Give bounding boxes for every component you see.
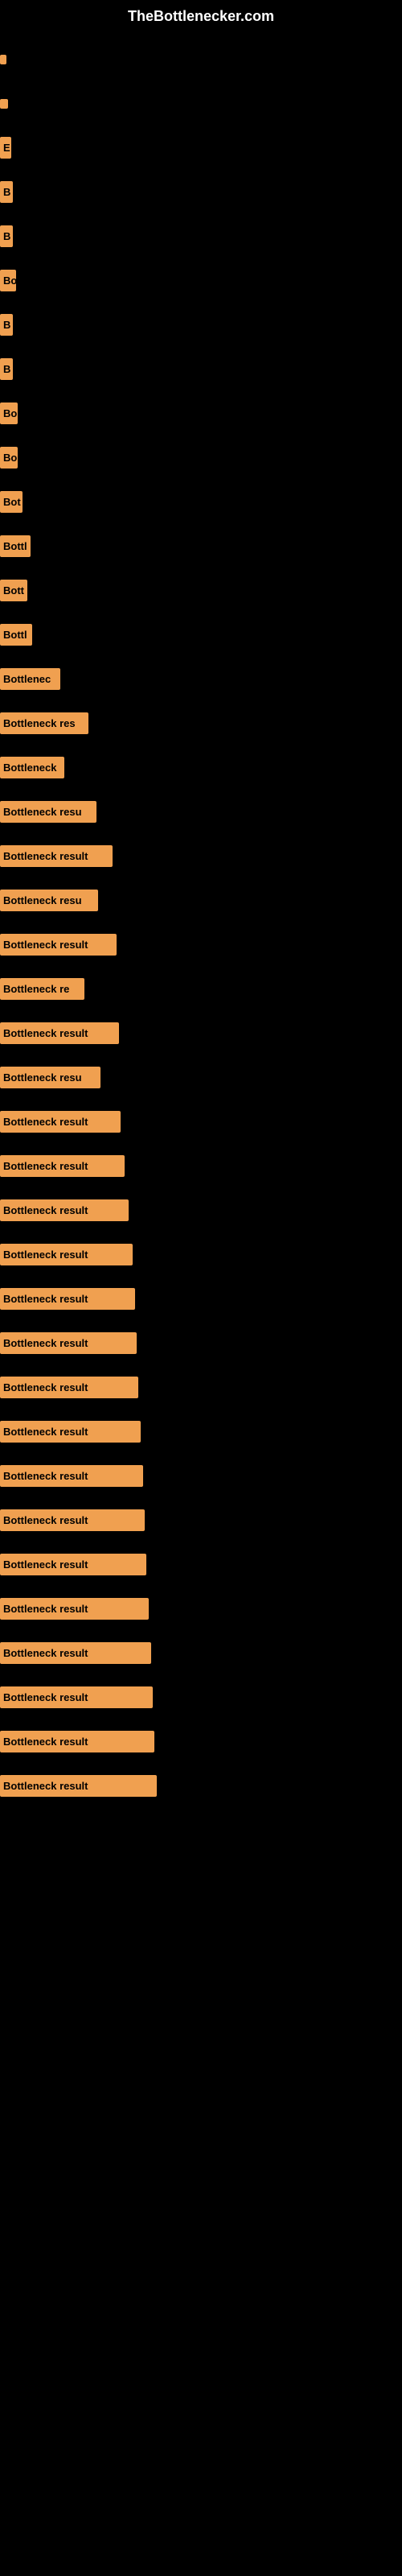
bar-row: E	[0, 126, 402, 170]
bar-row: Bottleneck result	[0, 1321, 402, 1365]
bar-label: Bo	[0, 270, 16, 291]
bar-label: Bottleneck result	[0, 1244, 133, 1265]
bar-row: Bottleneck result	[0, 1498, 402, 1542]
bar-row: Bo	[0, 258, 402, 303]
bar-row: B	[0, 214, 402, 258]
bar-row: Bottlenec	[0, 657, 402, 701]
bar-label: Bottl	[0, 624, 32, 646]
bar-label: Bottlenec	[0, 668, 60, 690]
bar-row: Bottleneck result	[0, 1365, 402, 1410]
bar-row: Bottleneck result	[0, 1454, 402, 1498]
bar-row: Bottleneck re	[0, 967, 402, 1011]
bar-label: Bottleneck result	[0, 1554, 146, 1575]
bar-label: B	[0, 314, 13, 336]
bar-row: Bott	[0, 568, 402, 613]
bar-row: B	[0, 347, 402, 391]
bar-row: Bottleneck resu	[0, 1055, 402, 1100]
bar-label: Bottleneck	[0, 757, 64, 778]
bar-row: B	[0, 170, 402, 214]
bar-row: Bottleneck result	[0, 1011, 402, 1055]
bar-label: Bottleneck result	[0, 1288, 135, 1310]
site-title: TheBottlenecker.com	[0, 0, 402, 29]
bar-row: Bottleneck result	[0, 1144, 402, 1188]
bar-label: B	[0, 358, 13, 380]
bar-label: Bot	[0, 491, 23, 513]
bar-row: Bottleneck result	[0, 1631, 402, 1675]
bar-row: Bottleneck resu	[0, 790, 402, 834]
bar-label: Bottleneck re	[0, 978, 84, 1000]
bar-label	[0, 99, 8, 109]
bar-label: Bottleneck result	[0, 1332, 137, 1354]
bar-row: Bottleneck result	[0, 1100, 402, 1144]
bar-label: Bottleneck resu	[0, 801, 96, 823]
bar-label: Bottleneck result	[0, 1731, 154, 1752]
bar-label: Bottleneck result	[0, 1022, 119, 1044]
bar-label: Bottl	[0, 535, 31, 557]
bar-row: Bottleneck result	[0, 923, 402, 967]
bar-label: Bottleneck result	[0, 1642, 151, 1664]
bar-label: E	[0, 137, 11, 159]
bar-label: Bo	[0, 447, 18, 469]
bar-label: Bottleneck result	[0, 845, 113, 867]
bar-label: Bottleneck result	[0, 1509, 145, 1531]
bar-label: Bott	[0, 580, 27, 601]
bar-row: Bottleneck result	[0, 1542, 402, 1587]
bar-row: Bottleneck result	[0, 834, 402, 878]
bar-row: Bottleneck result	[0, 1675, 402, 1719]
bars-container: EBBBoBBBoBoBotBottlBottBottlBottlenecBot…	[0, 29, 402, 1816]
bar-label: Bo	[0, 402, 18, 424]
bar-row: Bottleneck result	[0, 1587, 402, 1631]
bar-label: Bottleneck res	[0, 712, 88, 734]
bar-row: Bottl	[0, 524, 402, 568]
bar-row: Bo	[0, 436, 402, 480]
bar-label: B	[0, 181, 13, 203]
bar-label: Bottleneck result	[0, 1775, 157, 1797]
bar-label: Bottleneck result	[0, 1377, 138, 1398]
bar-row: Bottleneck resu	[0, 878, 402, 923]
bar-row: Bottleneck result	[0, 1232, 402, 1277]
bar-row: Bottleneck res	[0, 701, 402, 745]
bar-row: Bot	[0, 480, 402, 524]
bar-label: Bottleneck result	[0, 1598, 149, 1620]
bar-row: Bottleneck result	[0, 1188, 402, 1232]
bar-label: Bottleneck result	[0, 1111, 121, 1133]
bar-row	[0, 81, 402, 126]
bar-row: Bo	[0, 391, 402, 436]
bar-row: B	[0, 303, 402, 347]
page-container: TheBottlenecker.com EBBBoBBBoBoBotBottlB…	[0, 0, 402, 2576]
bar-row: Bottleneck result	[0, 1277, 402, 1321]
bar-row: Bottleneck result	[0, 1719, 402, 1764]
bar-row: Bottl	[0, 613, 402, 657]
bar-label: Bottleneck result	[0, 1465, 143, 1487]
bar-label	[0, 55, 6, 64]
bar-label: B	[0, 225, 13, 247]
bar-label: Bottleneck resu	[0, 1067, 100, 1088]
bar-label: Bottleneck result	[0, 1199, 129, 1221]
bar-label: Bottleneck result	[0, 1686, 153, 1708]
bar-label: Bottleneck result	[0, 1155, 125, 1177]
bar-row: Bottleneck	[0, 745, 402, 790]
bar-label: Bottleneck resu	[0, 890, 98, 911]
bar-row: Bottleneck result	[0, 1410, 402, 1454]
bar-row	[0, 37, 402, 81]
bar-label: Bottleneck result	[0, 1421, 141, 1443]
bar-row: Bottleneck result	[0, 1764, 402, 1808]
bar-label: Bottleneck result	[0, 934, 117, 956]
